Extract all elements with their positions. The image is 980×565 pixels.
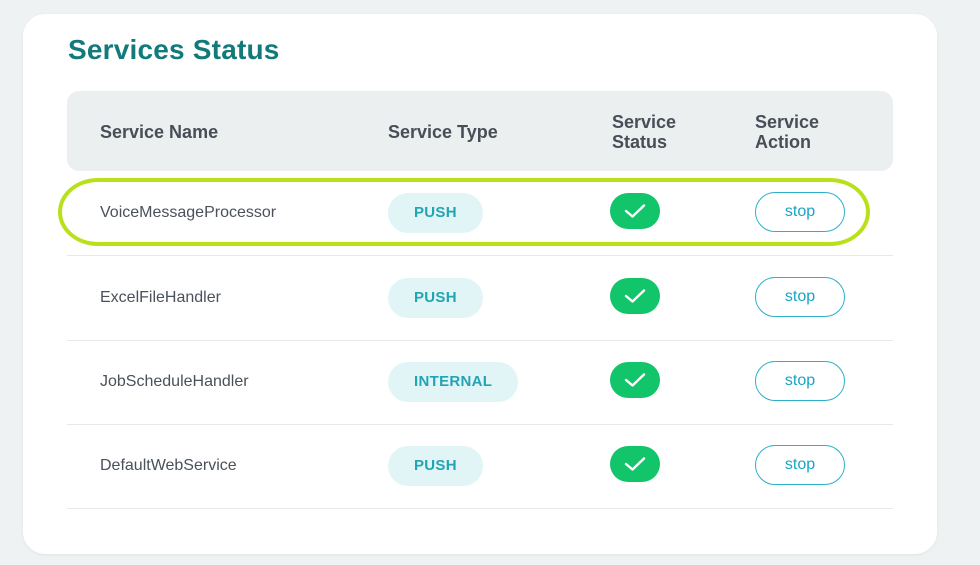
check-circle-icon	[610, 193, 660, 229]
service-name: JobScheduleHandler	[100, 373, 249, 390]
column-header-service-action: Service Action	[755, 112, 865, 152]
column-header-service-status-line1: Service	[612, 112, 677, 132]
stop-button[interactable]: stop	[755, 445, 845, 485]
check-circle-icon	[610, 278, 660, 314]
column-header-service-status: Service Status	[612, 112, 722, 152]
table-header: Service Name Service Type Service Status…	[67, 91, 893, 171]
service-type-badge: PUSH	[388, 278, 483, 318]
page-title: Services Status	[68, 34, 280, 65]
column-header-service-status-line2: Status	[612, 132, 668, 152]
check-circle-icon	[610, 362, 660, 398]
column-header-service-name: Service Name	[100, 122, 219, 142]
column-header-service-action-line2: Action	[755, 132, 811, 152]
service-name: VoiceMessageProcessor	[100, 204, 277, 221]
service-type-badge: PUSH	[388, 193, 483, 233]
services-status-card: Services Status Service Name Service Typ…	[23, 14, 937, 554]
stop-button[interactable]: stop	[755, 192, 845, 232]
table-row: ExcelFileHandler PUSH stop	[67, 256, 893, 341]
column-header-service-action-line1: Service	[755, 112, 820, 132]
table-row: DefaultWebService PUSH stop	[67, 424, 893, 509]
table-row: JobScheduleHandler INTERNAL stop	[67, 340, 893, 425]
stop-button[interactable]: stop	[755, 361, 845, 401]
service-type-badge: PUSH	[388, 446, 483, 486]
stop-button[interactable]: stop	[755, 277, 845, 317]
service-name: DefaultWebService	[100, 457, 237, 474]
table-row: VoiceMessageProcessor PUSH stop	[67, 171, 893, 256]
check-circle-icon	[610, 446, 660, 482]
service-name: ExcelFileHandler	[100, 289, 221, 306]
column-header-service-type: Service Type	[388, 122, 498, 142]
service-type-badge: INTERNAL	[388, 362, 519, 402]
